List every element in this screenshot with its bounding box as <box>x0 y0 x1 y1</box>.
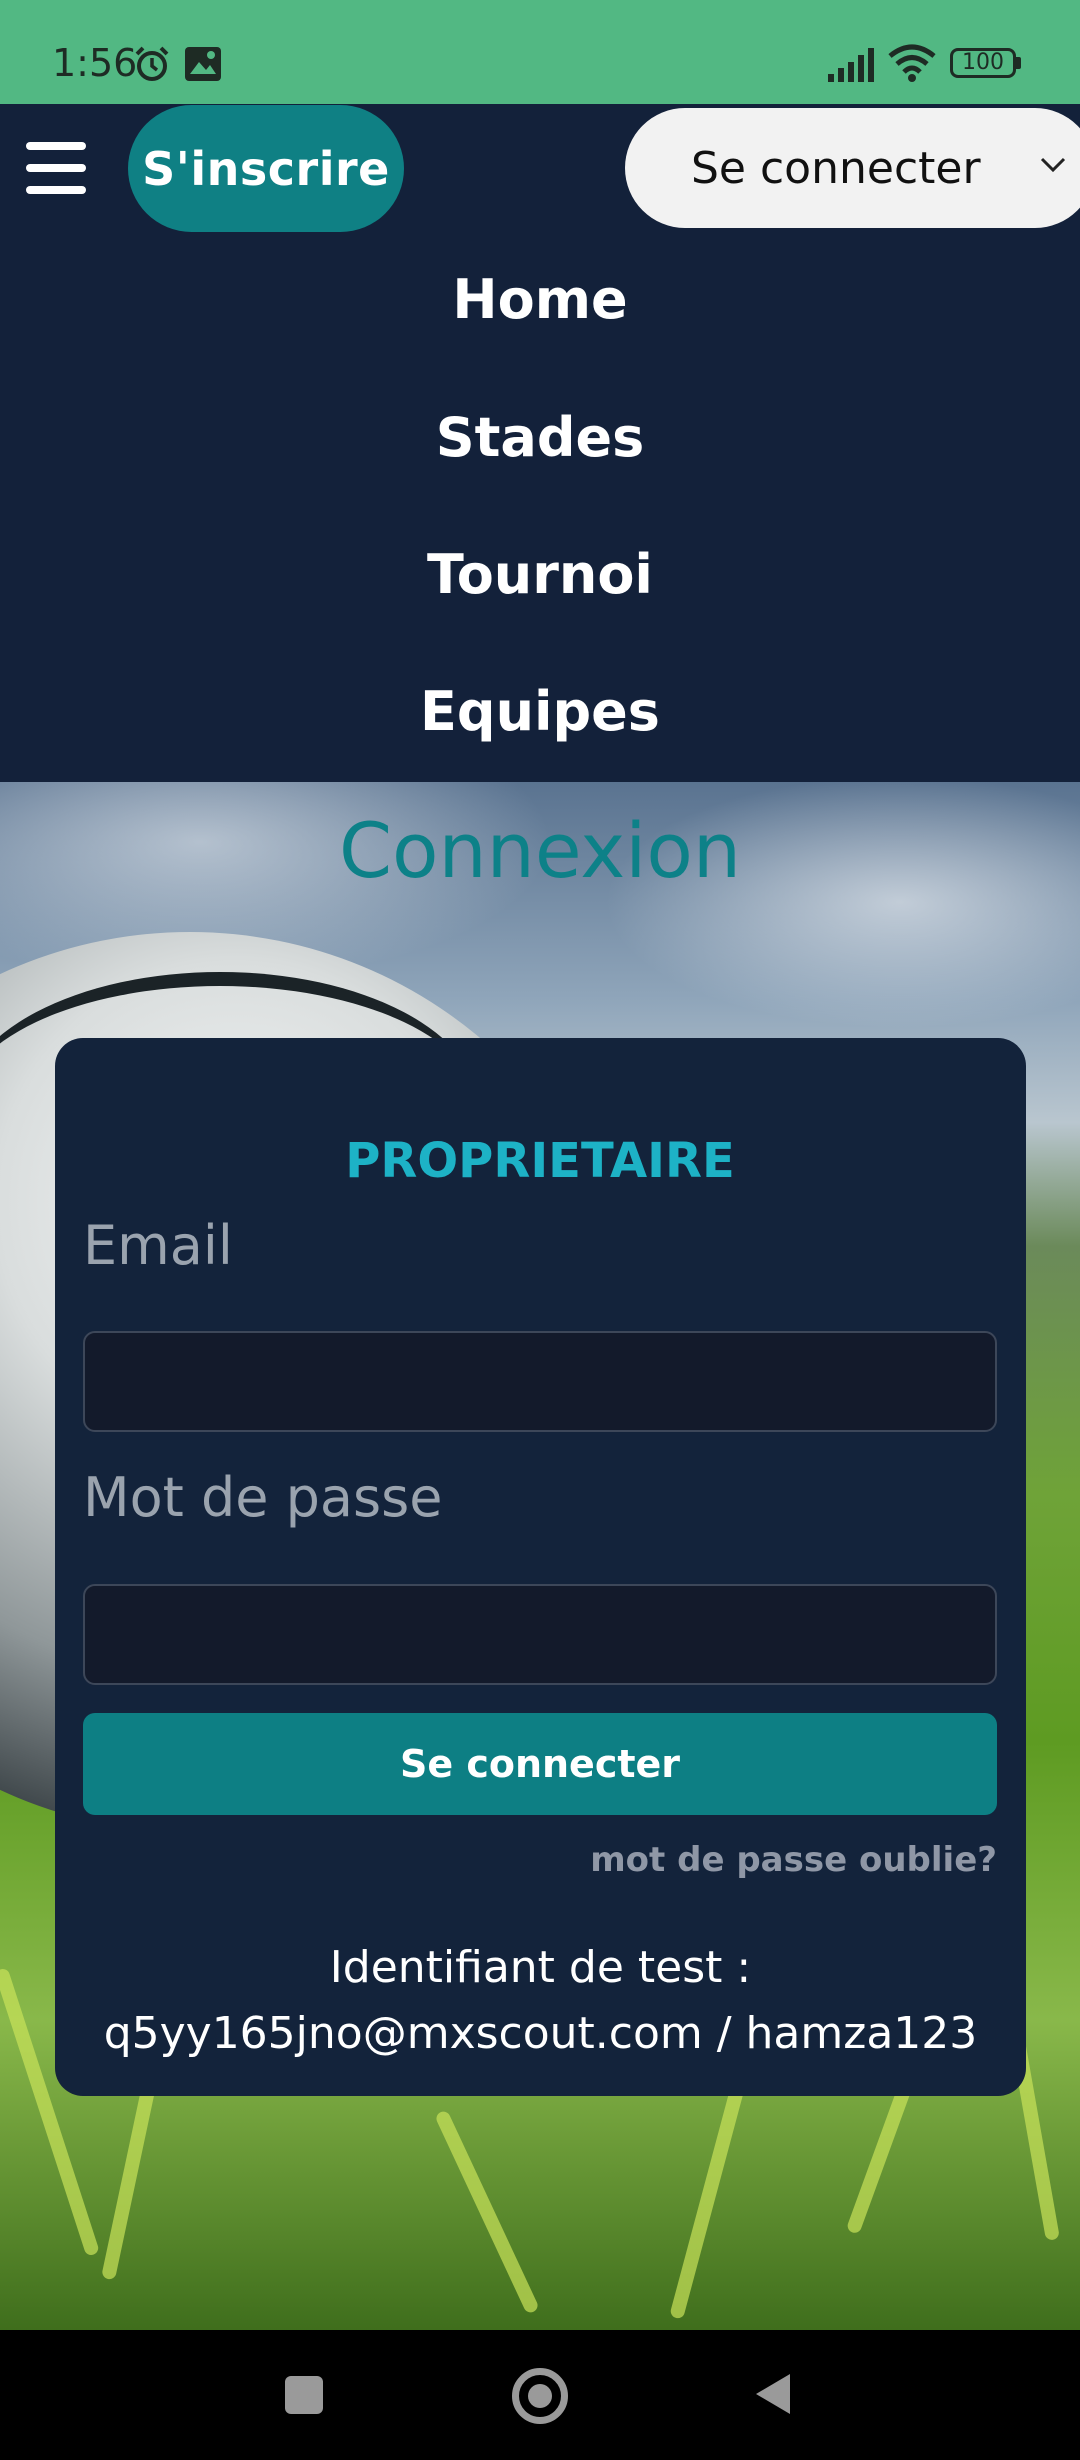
recents-button[interactable] <box>285 2376 323 2414</box>
grass-blade <box>669 2084 745 2320</box>
forgot-password-link[interactable]: mot de passe oublie? <box>590 1840 997 1880</box>
test-credentials-value: q5yy165jno@mxscout.com / hamza123 <box>103 2008 978 2059</box>
battery-icon: 100 <box>950 48 1016 78</box>
role-heading: PROPRIETAIRE <box>345 1133 735 1189</box>
hamburger-icon[interactable] <box>26 142 86 194</box>
status-bar: 1:56 100 <box>0 0 1080 104</box>
photo-notification-icon <box>185 47 221 81</box>
home-button-dot <box>528 2384 552 2408</box>
wifi-icon <box>888 44 936 82</box>
email-field[interactable] <box>83 1331 997 1432</box>
grass-blade <box>434 2109 540 2315</box>
password-label: Mot de passe <box>83 1466 443 1529</box>
login-dropdown-label: Se connecter <box>691 142 981 194</box>
email-label: Email <box>83 1214 233 1277</box>
login-submit-button[interactable]: Se connecter <box>83 1713 997 1815</box>
login-dropdown[interactable]: Se connecter <box>625 108 1080 228</box>
test-credentials-caption: Identifiant de test : <box>329 1942 752 1993</box>
signal-icon <box>828 48 874 82</box>
signup-button[interactable]: S'inscrire <box>128 105 404 232</box>
nav-item-tournoi[interactable]: Tournoi <box>0 543 1080 606</box>
chevron-down-icon <box>1040 157 1066 173</box>
status-time: 1:56 <box>52 41 138 85</box>
alarm-icon <box>135 46 169 81</box>
nav-item-home[interactable]: Home <box>0 268 1080 331</box>
battery-tip <box>1016 57 1021 69</box>
login-card <box>55 1038 1026 2096</box>
battery-level: 100 <box>962 50 1004 75</box>
password-field[interactable] <box>83 1584 997 1685</box>
page-title: Connexion <box>338 806 742 895</box>
back-button[interactable] <box>752 2372 792 2416</box>
nav-item-stades[interactable]: Stades <box>0 406 1080 469</box>
nav-item-equipes[interactable]: Equipes <box>0 680 1080 743</box>
